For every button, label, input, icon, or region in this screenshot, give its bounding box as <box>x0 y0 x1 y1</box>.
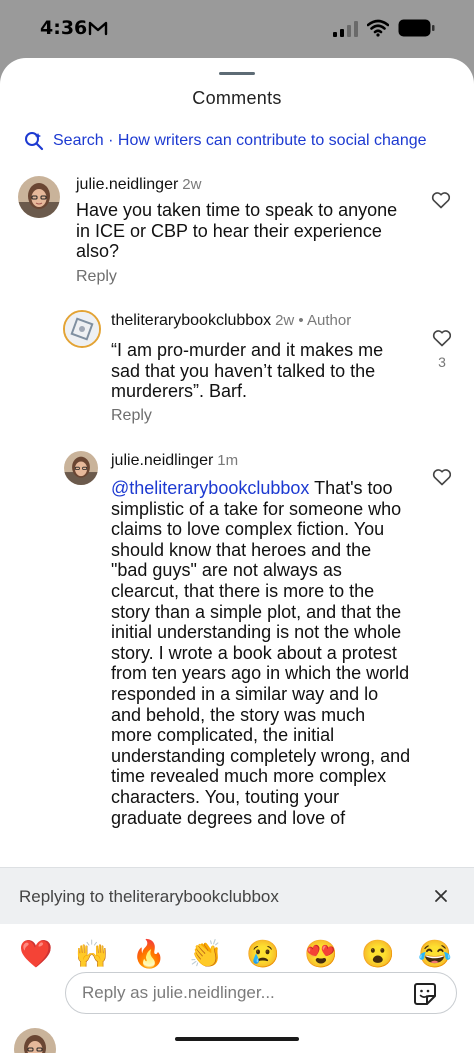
comment-reply: julie.neidlinger 1m @theliterarybookclubb… <box>0 451 474 871</box>
composer-avatar <box>14 1028 56 1053</box>
comment-meta: 2w <box>182 176 202 193</box>
emoji-heart-eyes[interactable]: 😍 <box>301 932 341 976</box>
heart-icon[interactable] <box>432 468 452 486</box>
emoji-fire[interactable]: 🔥 <box>129 932 169 976</box>
comment-body: “I am pro-murder and it makes me sad tha… <box>111 340 384 402</box>
search-suggestion-text: Search · How writers can contribute to s… <box>53 132 427 149</box>
comment-body: Have you taken time to speak to anyone i… <box>76 200 398 262</box>
wifi-icon <box>367 19 389 37</box>
emoji-clap[interactable]: 👏 <box>186 932 226 976</box>
comment: julie.neidlinger 2w Have you taken time t… <box>0 170 474 290</box>
sticker-icon[interactable] <box>412 981 438 1007</box>
search-icon <box>25 132 44 151</box>
status-bar: 4:36 <box>0 0 474 58</box>
comment-header: julie.neidlinger 2w <box>76 176 201 194</box>
sheet-title: Comments <box>192 88 282 108</box>
comment-username[interactable]: julie.neidlinger <box>76 176 178 193</box>
emoji-surprised[interactable]: 😮 <box>358 932 398 976</box>
emoji-crying[interactable]: 😢 <box>243 932 283 976</box>
comment-header: julie.neidlinger 1m <box>111 452 238 470</box>
mail-icon <box>88 21 108 36</box>
comment-username[interactable]: julie.neidlinger <box>111 452 213 469</box>
heart-icon[interactable] <box>431 191 451 209</box>
replying-to-bar: Replying to theliterarybookclubbox <box>0 867 474 924</box>
comment-body: @theliterarybookclubbox That's too simpl… <box>111 478 411 828</box>
comment-body-text: That's too simplistic of a take for some… <box>111 478 411 828</box>
replying-to-text: Replying to theliterarybookclubbox <box>19 887 279 906</box>
comments-sheet: Comments Search · How writers can contri… <box>0 58 474 1053</box>
home-indicator[interactable] <box>175 1037 299 1041</box>
emoji-heart[interactable]: ❤️ <box>16 932 56 976</box>
reply-button[interactable]: Reply <box>111 407 152 425</box>
drag-handle[interactable] <box>219 72 255 75</box>
close-icon[interactable] <box>433 888 449 904</box>
signal-icon <box>333 21 358 37</box>
reply-button[interactable]: Reply <box>76 268 117 286</box>
comment-reply: theliterarybookclubbox 2w • Author “I am … <box>0 308 474 438</box>
comment-username[interactable]: theliterarybookclubbox <box>111 312 271 329</box>
comment-header: theliterarybookclubbox 2w • Author <box>111 312 351 330</box>
emoji-quick-reactions: ❤️ 🙌 🔥 👏 😢 😍 😮 😂 <box>0 932 474 976</box>
like-count: 3 <box>438 354 446 370</box>
reply-input[interactable] <box>82 973 402 1013</box>
emoji-raised-hands[interactable]: 🙌 <box>72 932 112 976</box>
avatar[interactable] <box>18 176 60 218</box>
avatar[interactable] <box>64 451 98 485</box>
comment-meta: 2w • Author <box>275 312 352 329</box>
avatar[interactable] <box>63 310 101 348</box>
emoji-laughing[interactable]: 😂 <box>415 932 455 976</box>
mention-link[interactable]: @theliterarybookclubbox <box>111 478 309 498</box>
heart-icon[interactable] <box>432 329 452 347</box>
search-suggestion[interactable]: Search · How writers can contribute to s… <box>24 130 427 152</box>
battery-icon <box>398 19 435 37</box>
status-time: 4:36 <box>40 17 88 39</box>
comment-meta: 1m <box>217 452 239 469</box>
reply-input-container[interactable] <box>65 972 457 1014</box>
